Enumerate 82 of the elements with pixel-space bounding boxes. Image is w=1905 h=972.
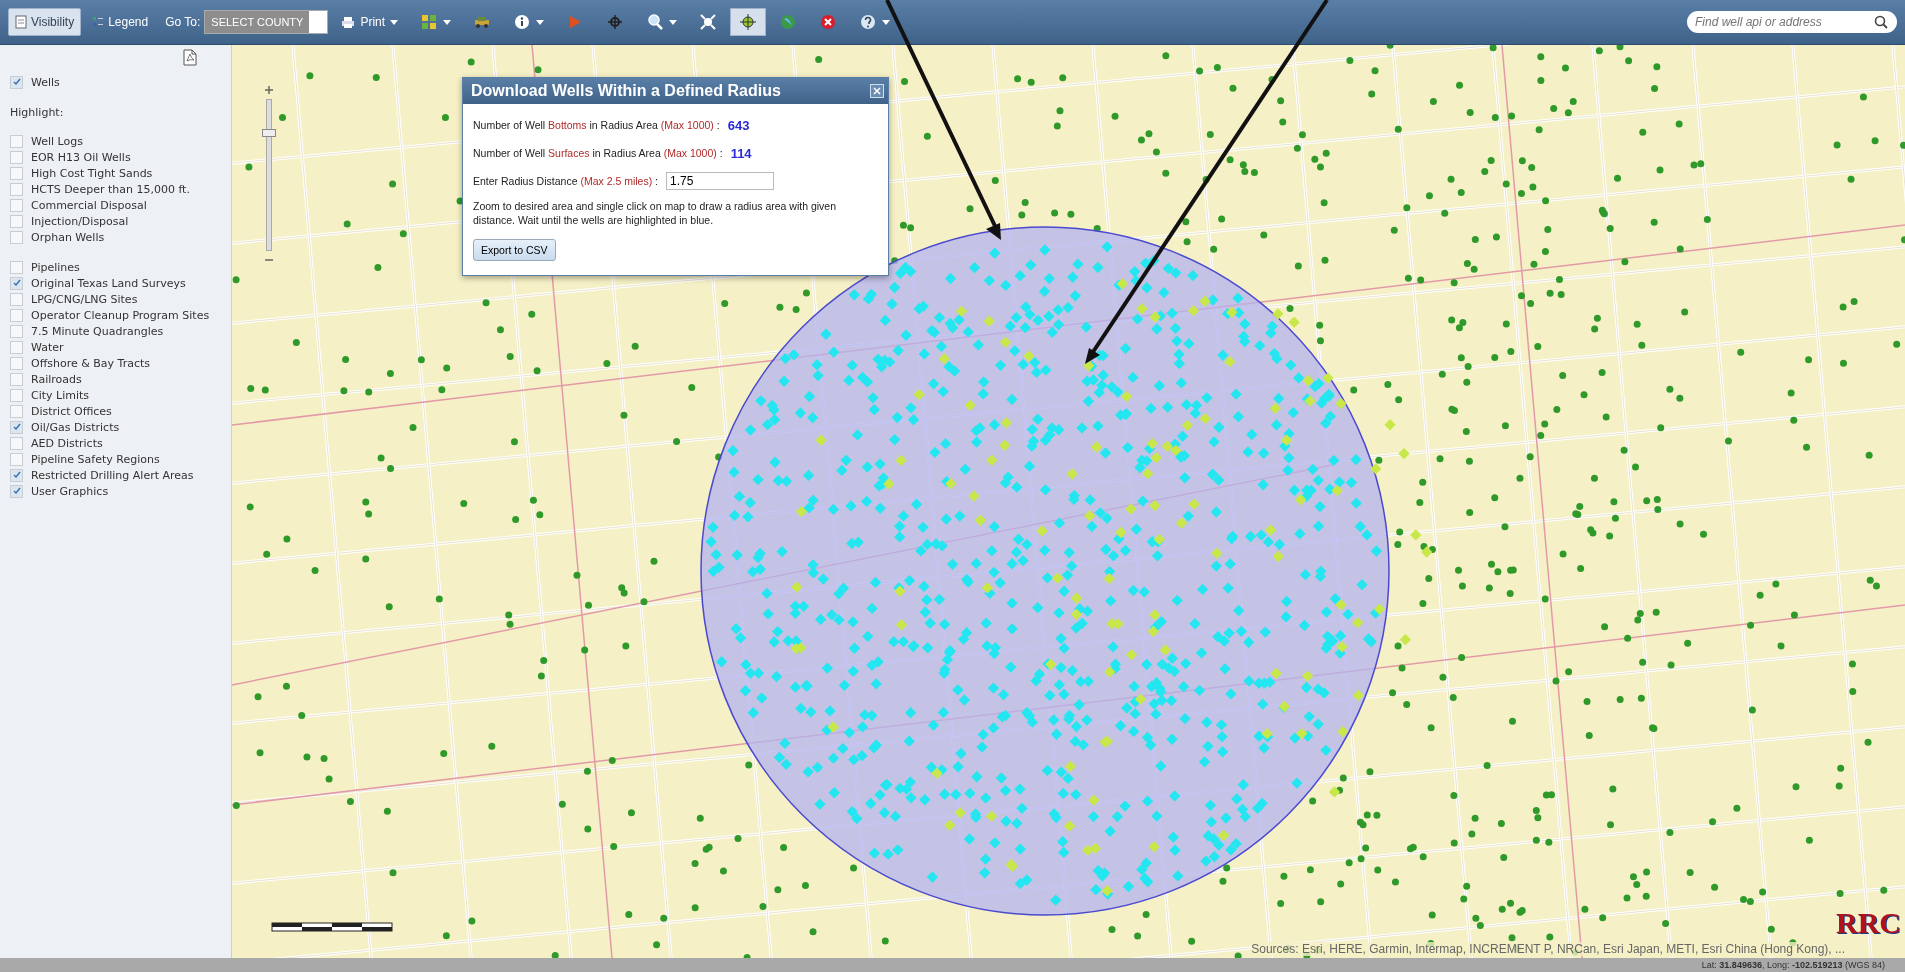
- checkbox[interactable]: [10, 484, 23, 498]
- checkbox[interactable]: [10, 230, 23, 244]
- checkbox[interactable]: [10, 372, 23, 386]
- info-icon: [513, 13, 532, 31]
- checkbox[interactable]: [10, 308, 23, 322]
- checkbox[interactable]: [10, 150, 23, 164]
- layer-label: Oil/Gas Districts: [31, 420, 120, 434]
- checkbox[interactable]: [10, 452, 23, 466]
- count-label: Number of Well Surfaces in Radius Area (Max 1000) :: [473, 147, 723, 159]
- target-icon: [739, 13, 758, 31]
- checkbox[interactable]: [10, 356, 23, 370]
- checkbox[interactable]: [10, 468, 23, 482]
- layer-label: Operator Cleanup Program Sites: [31, 308, 210, 322]
- close-button[interactable]: [870, 84, 884, 98]
- checkbox[interactable]: [10, 276, 23, 290]
- section-label: Highlight:: [10, 106, 65, 119]
- layer-label: EOR H13 Oil Wells: [31, 150, 131, 164]
- grid-icon: [420, 13, 439, 31]
- checkbox[interactable]: [10, 198, 23, 212]
- search-icon: [646, 13, 665, 31]
- search-field[interactable]: Find well api or address: [1687, 11, 1897, 33]
- layer-label: Well Logs: [31, 134, 83, 148]
- count-label: Number of Well Bottoms in Radius Area (Max 1000) :: [473, 119, 720, 131]
- layer-label: Pipeline Safety Regions: [31, 452, 160, 466]
- export-button[interactable]: Export to CSV: [473, 239, 556, 262]
- layer-label: Restricted Drilling Alert Areas: [31, 468, 194, 482]
- checkbox[interactable]: [10, 292, 23, 306]
- checkbox[interactable]: [10, 340, 23, 354]
- layer-label: AED Districts: [31, 436, 103, 450]
- map-attribution: Sources: Esri, HERE, Garmin, Intermap, INCREMENT P, NRCan, Esri Japan, METI, Esri China (Hong Kong), ...: [1251, 942, 1845, 956]
- layer-label: 7.5 Minute Quadrangles: [31, 324, 164, 338]
- layer-label: High Cost Tight Sands: [31, 166, 153, 180]
- layer-label: Offshore & Bay Tracts: [31, 356, 151, 370]
- visibility-icon: [15, 15, 27, 29]
- checkbox[interactable]: [10, 75, 23, 89]
- help-icon: [859, 13, 878, 31]
- full-extent-icon: [699, 13, 718, 31]
- checkbox[interactable]: [10, 214, 23, 228]
- dialog-title: Download Wells Within a Defined Radius: [471, 82, 781, 100]
- close-icon: [819, 13, 838, 31]
- checkbox[interactable]: [10, 166, 23, 180]
- checkbox[interactable]: [10, 404, 23, 418]
- print-button[interactable]: Print: [332, 8, 408, 36]
- count-value: 643: [727, 117, 750, 133]
- layer-label: User Graphics: [31, 484, 109, 498]
- checkbox[interactable]: [10, 388, 23, 402]
- layer-label: Wells: [31, 75, 60, 89]
- zoom-in-icon[interactable]: [264, 85, 274, 95]
- pdf-icon[interactable]: [183, 49, 197, 66]
- layer-label: Original Texas Land Surveys: [31, 276, 186, 290]
- layer-label: District Offices: [31, 404, 112, 418]
- legend-icon: [92, 15, 105, 29]
- agency-logo: RRC: [1836, 906, 1901, 940]
- globe-icon: [779, 13, 798, 31]
- layer-label: Water: [31, 340, 64, 354]
- checkbox[interactable]: [10, 420, 23, 434]
- layer-label: Commercial Disposal: [31, 198, 147, 212]
- coordinates-text: Lat: 31.849636, Long: -102.519213 (WGS 84): [1701, 960, 1885, 970]
- checkbox[interactable]: [10, 260, 23, 274]
- radius-input[interactable]: 1.75: [666, 172, 774, 190]
- checkbox[interactable]: [10, 134, 23, 148]
- layer-label: HCTS Deeper than 15,000 ft.: [31, 182, 190, 196]
- map-drawing[interactable]: [232, 45, 1905, 958]
- printer-icon: [341, 15, 356, 29]
- goto-label: Go To:: [165, 15, 201, 29]
- checkbox[interactable]: [10, 324, 23, 338]
- instructions-text: Zoom to desired area and single click on map to draw a radius area with given distance. Wait until the wells are highlighted in blue.: [473, 200, 838, 228]
- toolbar-tab[interactable]: Visibility: [8, 8, 82, 36]
- checkbox[interactable]: [10, 436, 23, 450]
- layer-label: Orphan Wells: [31, 230, 105, 244]
- checkbox[interactable]: [10, 182, 23, 196]
- layer-label: Injection/Disposal: [31, 214, 129, 228]
- toolbar-tab[interactable]: Legend: [85, 8, 156, 36]
- layer-label: Railroads: [31, 372, 82, 386]
- slider-thumb[interactable]: [262, 129, 276, 137]
- radius-label: Enter Radius Distance (Max 2.5 miles) :: [473, 175, 658, 187]
- layer-label: Pipelines: [31, 260, 80, 274]
- search-icon[interactable]: [1874, 15, 1888, 29]
- layer-label: LPG/CNG/LNG Sites: [31, 292, 138, 306]
- layer-label: City Limits: [31, 388, 90, 402]
- count-value: 114: [730, 145, 752, 161]
- crosshair-icon: [606, 13, 625, 31]
